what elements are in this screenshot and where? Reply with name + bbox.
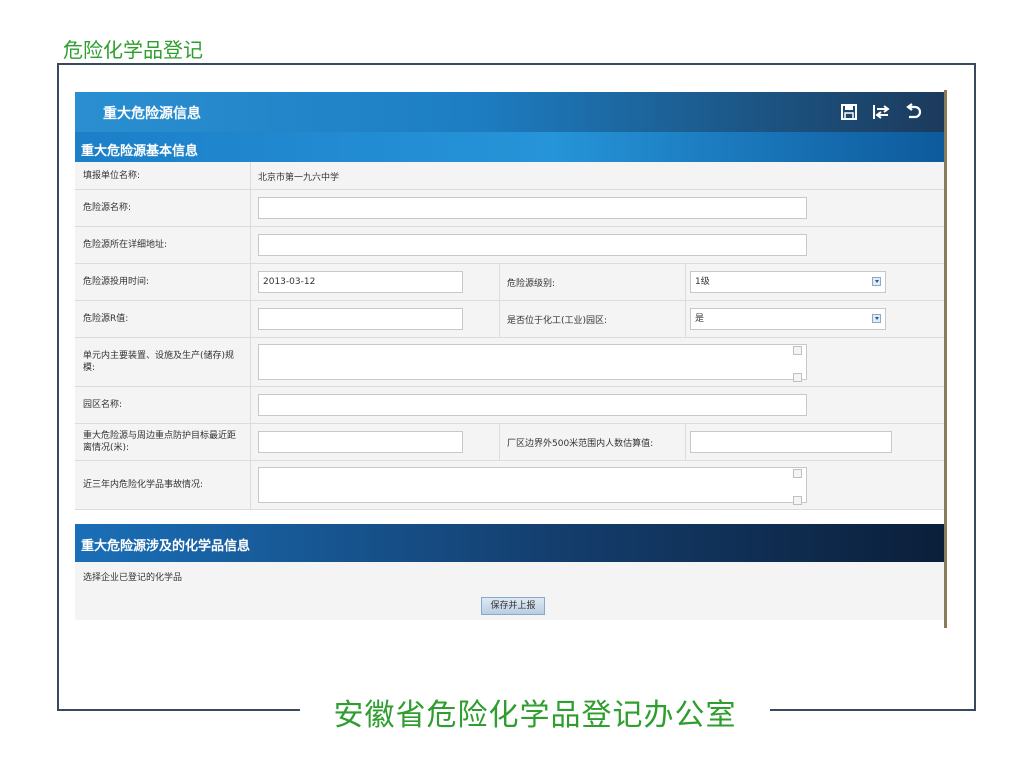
panel-toolbar bbox=[840, 103, 922, 121]
chem-select-area: 选择企业已登记的化学品 保存并上报 bbox=[75, 562, 944, 620]
row-address: 危险源所在详细地址: bbox=[75, 227, 944, 264]
save-report-button[interactable]: 保存并上报 bbox=[481, 597, 545, 615]
level-select[interactable]: 1级 bbox=[690, 271, 886, 293]
chem-select-label: 选择企业已登记的化学品 bbox=[83, 573, 183, 583]
level-select-value: 1级 bbox=[695, 277, 710, 287]
unit-name-label: 填报单位名称: bbox=[83, 171, 141, 181]
section-chem-info: 重大危险源涉及的化学品信息 bbox=[75, 524, 944, 562]
row-start-time: 危险源投用时间: 2013-03-12 危险源级别: 1级 bbox=[75, 264, 944, 301]
park-name-input[interactable] bbox=[258, 394, 807, 416]
r-value-input[interactable] bbox=[258, 308, 463, 330]
start-time-label: 危险源投用时间: bbox=[83, 277, 150, 287]
save-icon[interactable] bbox=[840, 103, 858, 121]
distance-input[interactable] bbox=[258, 431, 463, 453]
row-accidents: 近三年内危险化学品事故情况: bbox=[75, 461, 944, 510]
accidents-scrollbar[interactable] bbox=[793, 469, 802, 505]
page-title: 危险化学品登记 bbox=[63, 38, 203, 62]
scroll-up-icon[interactable] bbox=[793, 346, 802, 355]
footer-title: 安徽省危险化学品登记办公室 bbox=[333, 698, 737, 733]
park-name-label: 园区名称: bbox=[83, 400, 123, 410]
equipment-label: 单元内主要装置、设施及生产(储存)规模: bbox=[83, 351, 235, 373]
start-time-input[interactable]: 2013-03-12 bbox=[258, 271, 463, 293]
accidents-textarea[interactable] bbox=[258, 467, 807, 503]
section-basic-title: 重大危险源基本信息 bbox=[81, 144, 199, 159]
source-name-input[interactable] bbox=[258, 197, 807, 219]
row-equipment: 单元内主要装置、设施及生产(储存)规模: bbox=[75, 338, 944, 387]
back-icon[interactable] bbox=[904, 103, 922, 121]
level-label: 危险源级别: bbox=[507, 279, 556, 289]
scroll-down-icon[interactable] bbox=[793, 373, 802, 382]
row-distance: 重大危险源与周边重点防护目标最近距离情况(米): 厂区边界外500米范围内人数估… bbox=[75, 424, 944, 461]
population-label: 厂区边界外500米范围内人数估算值: bbox=[507, 439, 654, 449]
unit-name-value: 北京市第一九六中学 bbox=[258, 173, 340, 183]
decorative-line bbox=[944, 90, 947, 628]
row-unit-name: 填报单位名称: 北京市第一九六中学 bbox=[75, 162, 944, 190]
major-hazard-panel: 重大危险源信息 重大危险源基本信息 填报单位名称: 北京市第一九六中学 危险源名… bbox=[75, 92, 944, 620]
basic-info-form: 填报单位名称: 北京市第一九六中学 危险源名称: 危险源所在详细地址: 危险源投… bbox=[75, 162, 944, 510]
row-r-value: 危险源R值: 是否位于化工(工业)园区: 是 bbox=[75, 301, 944, 338]
chevron-down-icon[interactable] bbox=[872, 277, 881, 286]
section-basic-info: 重大危险源基本信息 bbox=[75, 132, 944, 162]
chevron-down-icon[interactable] bbox=[872, 314, 881, 323]
source-name-label: 危险源名称: bbox=[83, 203, 132, 213]
equipment-scrollbar[interactable] bbox=[793, 346, 802, 382]
equipment-textarea[interactable] bbox=[258, 344, 807, 380]
address-input[interactable] bbox=[258, 234, 807, 256]
swap-icon[interactable] bbox=[872, 103, 890, 121]
scroll-down-icon[interactable] bbox=[793, 496, 802, 505]
panel-title: 重大危险源信息 bbox=[103, 106, 201, 122]
distance-label: 重大危险源与周边重点防护目标最近距离情况(米): bbox=[83, 431, 237, 453]
r-value-label: 危险源R值: bbox=[83, 314, 129, 324]
in-park-select-value: 是 bbox=[695, 314, 705, 324]
section-chem-title: 重大危险源涉及的化学品信息 bbox=[81, 539, 251, 554]
address-label: 危险源所在详细地址: bbox=[83, 240, 168, 250]
row-park-name: 园区名称: bbox=[75, 387, 944, 424]
row-source-name: 危险源名称: bbox=[75, 190, 944, 227]
panel-header: 重大危险源信息 bbox=[75, 92, 944, 132]
scroll-up-icon[interactable] bbox=[793, 469, 802, 478]
in-park-select[interactable]: 是 bbox=[690, 308, 886, 330]
population-input[interactable] bbox=[690, 431, 892, 453]
in-park-label: 是否位于化工(工业)园区: bbox=[507, 316, 608, 326]
accidents-label: 近三年内危险化学品事故情况: bbox=[83, 480, 204, 490]
